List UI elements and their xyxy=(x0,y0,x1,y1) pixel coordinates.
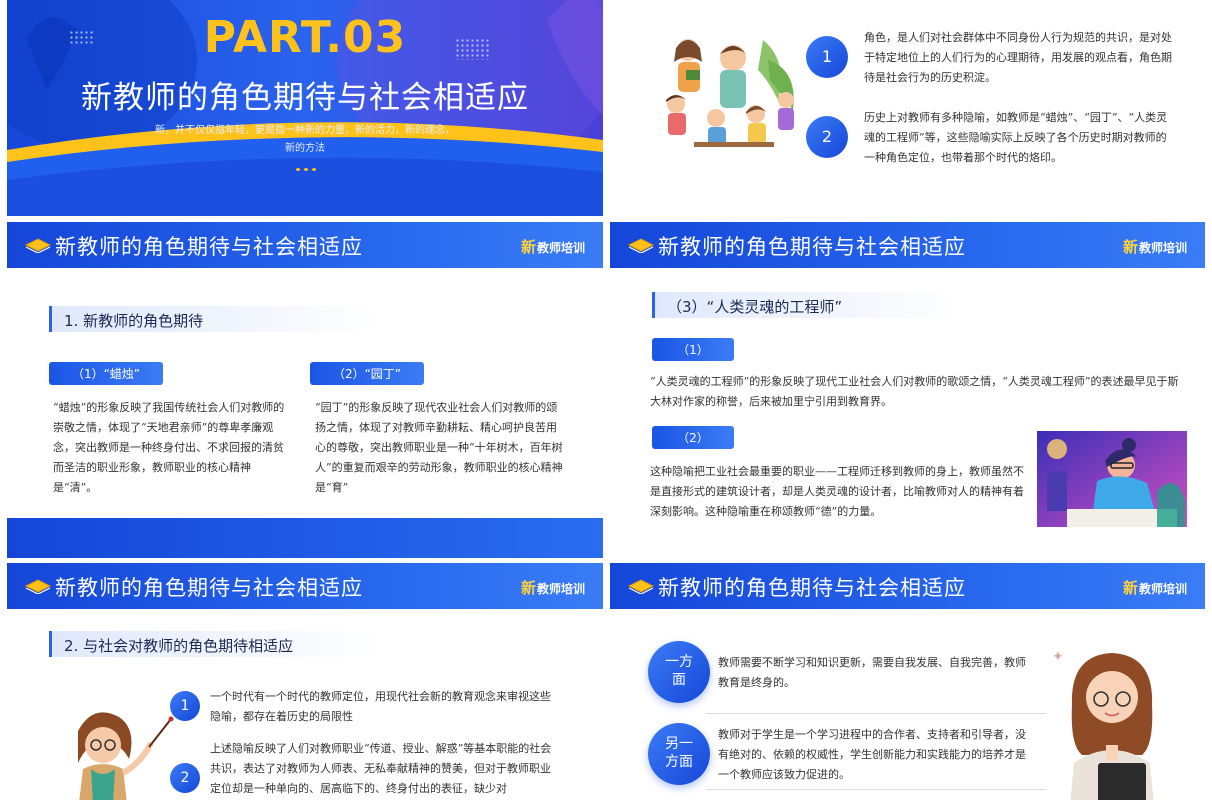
teacher-with-pointer-illustration xyxy=(78,712,174,800)
engineer-text-2: 这种隐喻把工业社会最重要的职业——工程师迁移到教师的身上，教师虽然不是直接形式的… xyxy=(650,465,1024,518)
book-icon xyxy=(25,238,51,253)
role-definition-slide: 1 角色，是人们对社会群体中不同身份人行为规范的共识，是对处于特定地位上的人们行… xyxy=(610,0,1205,216)
cover-part-label: PART.03 xyxy=(203,12,407,63)
divider xyxy=(706,789,1046,790)
brand-logo-char: 新 xyxy=(520,579,536,597)
slide-header-title: 新教师的角色期待与社会相适应 xyxy=(55,576,363,600)
teacher-with-book-illustration: ✦ xyxy=(1052,649,1154,800)
aspects-slide: 新教师的角色期待与社会相适应 新教师培训 一方 面 教师需要不断学习和知识更新，… xyxy=(610,563,1205,800)
aspect-one-text: 教师需要不断学习和知识更新，需要自我发展、自我完善，教师教育是终身的。 xyxy=(718,656,1026,689)
cover-title: 新教师的角色期待与社会相适应 xyxy=(81,80,529,116)
brand-logo-char: 新 xyxy=(520,238,536,256)
section-title: 2. 与社会对教师的角色期待相适应 xyxy=(49,631,379,657)
divider xyxy=(706,713,1046,714)
candle-tag: （1）“蜡烛” xyxy=(49,362,163,385)
brand-logo-text: 教师培训 xyxy=(536,241,585,255)
brand-logo: 新教师培训 xyxy=(521,236,585,257)
aspect-two-badge: 另一 方面 xyxy=(648,723,710,785)
brand-logo-text: 教师培训 xyxy=(536,582,585,596)
role-item-number-1: 1 xyxy=(806,36,848,78)
slide-header-title: 新教师的角色期待与社会相适应 xyxy=(55,235,363,259)
brand-logo-char: 新 xyxy=(1122,238,1138,256)
slide-header: 新教师的角色期待与社会相适应 新教师培训 xyxy=(7,563,603,609)
cover-subtitle-line1: 新，并不仅仅指年轻，更是指一种新的力量，新的活力，新的理念， xyxy=(155,125,455,136)
cover-slide: PART.03 新教师的角色期待与社会相适应 新，并不仅仅指年轻，更是指一种新的… xyxy=(7,0,603,216)
book-icon xyxy=(628,579,654,594)
adapt-item-number-1: 1 xyxy=(170,691,200,721)
brand-logo: 新教师培训 xyxy=(1123,577,1187,598)
adapt-item-number-2: 2 xyxy=(170,763,200,793)
cover-subtitle-line2: 新的方法 xyxy=(285,143,325,154)
role-item-number-2: 2 xyxy=(806,116,848,158)
brand-logo-text: 教师培训 xyxy=(1138,241,1187,255)
adapt-item-text-1: 一个时代有一个时代的教师定位，用现代社会新的教育观念来审视这些隐喻，都存在着历史… xyxy=(210,690,551,723)
footer-band xyxy=(7,518,603,558)
studying-girl-illustration xyxy=(1037,431,1187,527)
slide-header: 新教师的角色期待与社会相适应 新教师培训 xyxy=(7,222,603,268)
brand-logo-char: 新 xyxy=(1122,579,1138,597)
gardener-tag: （2）“园丁” xyxy=(310,362,424,385)
book-icon xyxy=(25,579,51,594)
adapt-item-text-2: 上述隐喻反映了人们对教师职业“传道、授业、解惑”等基本职能的社会共识，表达了对教… xyxy=(210,742,552,795)
aspect-one-badge: 一方 面 xyxy=(648,641,710,703)
brand-logo-text: 教师培训 xyxy=(1138,582,1187,596)
gardener-text: “园丁”的形象反映了现代农业社会人们对教师的颂扬之情，体现了对教师辛勤耕耘、精心… xyxy=(315,401,563,494)
slide-header: 新教师的角色期待与社会相适应 新教师培训 xyxy=(610,222,1205,268)
section-title: 1. 新教师的角色期待 xyxy=(49,306,379,332)
brand-logo: 新教师培训 xyxy=(1123,236,1187,257)
svg-text:✦: ✦ xyxy=(1052,649,1064,665)
slide-header-title: 新教师的角色期待与社会相适应 xyxy=(658,235,966,259)
expectations-slide: 新教师的角色期待与社会相适应 新教师培训 1. 新教师的角色期待 （1）“蜡烛”… xyxy=(7,222,603,558)
adapt-slide: 新教师的角色期待与社会相适应 新教师培训 2. 与社会对教师的角色期待相适应 1… xyxy=(7,563,603,800)
slide-header-title: 新教师的角色期待与社会相适应 xyxy=(658,576,966,600)
aspect-two-label-line1: 另一 xyxy=(665,736,693,752)
teacher-with-students-illustration xyxy=(666,39,794,147)
role-item-text-1: 角色，是人们对社会群体中不同身份人行为规范的共识，是对处于特定地位上的人们行为的… xyxy=(864,31,1172,84)
candle-text: “蜡烛”的形象反映了我国传统社会人们对教师的崇敬之情，体现了“天地君亲师”的尊卑… xyxy=(53,401,285,494)
engineer-text-1: “人类灵魂的工程师”的形象反映了现代工业社会人们对教师的歌颂之情，“人类灵魂工程… xyxy=(650,375,1179,408)
aspect-two-label-line2: 方面 xyxy=(665,754,693,770)
engineer-tag-1: （1） xyxy=(652,338,734,361)
engineer-slide: 新教师的角色期待与社会相适应 新教师培训 （3）“人类灵魂的工程师” （1） “… xyxy=(610,222,1205,558)
slide-header: 新教师的角色期待与社会相适应 新教师培训 xyxy=(610,563,1205,609)
cover-dots-indicator xyxy=(294,167,318,172)
engineer-tag-2: （2） xyxy=(652,426,734,449)
aspect-one-label-line2: 面 xyxy=(672,672,686,688)
aspect-two-text: 教师对于学生是一个学习进程中的合作者、支持者和引导者，没有绝对的、依赖的权威性，… xyxy=(718,728,1026,781)
section-title: （3）“人类灵魂的工程师” xyxy=(652,292,962,318)
book-icon xyxy=(628,238,654,253)
role-item-text-2: 历史上对教师有多种隐喻，如教师是“蜡烛”、“园丁”、“人类灵魂的工程师”等，这些… xyxy=(864,111,1168,164)
brand-logo: 新教师培训 xyxy=(521,577,585,598)
aspect-one-label-line1: 一方 xyxy=(665,654,693,670)
